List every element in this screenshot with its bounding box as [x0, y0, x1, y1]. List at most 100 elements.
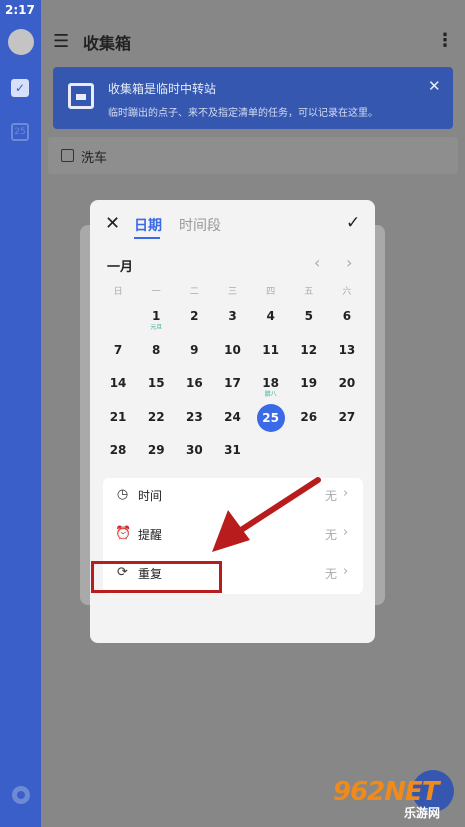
sidebar: 2:17 ✓ 25 [0, 0, 41, 827]
day-number: 15 [147, 376, 165, 390]
tab-date[interactable]: 日期 [134, 215, 162, 235]
day-number: 30 [185, 443, 203, 457]
calendar-day[interactable]: 10 [214, 334, 252, 368]
calendar-day[interactable]: 18 腊八 [252, 367, 290, 401]
day-number: 14 [109, 376, 127, 390]
calendar-day[interactable]: 30 [175, 434, 213, 468]
inbox-icon [68, 83, 94, 109]
calendar-day[interactable]: 31 [214, 434, 252, 468]
calendar-day[interactable]: 9 [175, 334, 213, 368]
lunar-label: 腊八 [264, 391, 277, 398]
option-label: 提醒 [138, 528, 163, 542]
banner-subtitle: 临时蹦出的点子、来不及指定清单的任务，可以记录在这里。 [108, 108, 378, 119]
more-icon[interactable]: ⋮ [436, 30, 454, 51]
calendar-day[interactable]: 13 [328, 334, 366, 368]
option-value: 无 [325, 528, 338, 542]
day-number: 29 [147, 443, 165, 457]
tab-indicator [134, 237, 160, 239]
calendar-day[interactable]: 14 [99, 367, 137, 401]
day-number: 3 [228, 309, 237, 323]
option-reminder[interactable]: ⏰ 提醒 无 › [103, 517, 363, 555]
day-number: 11 [262, 342, 279, 357]
day-number: 10 [224, 342, 241, 357]
calendar-day[interactable]: 23 [175, 401, 213, 435]
weekday-label: 四 [266, 287, 276, 297]
calendar-day[interactable]: 3 [214, 300, 252, 334]
task-item[interactable]: 洗车 [48, 137, 458, 174]
option-value: 无 [325, 489, 338, 503]
alarm-icon: ⏰ [115, 526, 132, 541]
menu-icon[interactable]: ☰ [53, 31, 69, 52]
option-time[interactable]: ◷ 时间 无 › [103, 478, 363, 516]
day-number: 31 [224, 443, 241, 457]
weekday-label: 三 [227, 287, 237, 297]
calendar-day[interactable]: 15 [137, 367, 175, 401]
weekday-label: 二 [189, 287, 199, 297]
chevron-left-icon[interactable]: ‹ [314, 253, 320, 272]
calendar-icon[interactable]: 25 [11, 123, 29, 141]
calendar-day[interactable]: 6 [328, 300, 366, 334]
avatar[interactable] [8, 29, 34, 55]
settings-icon[interactable] [12, 786, 30, 804]
calendar-day[interactable]: 29 [137, 434, 175, 468]
day-number: 28 [109, 443, 127, 457]
day-number: 22 [147, 409, 165, 424]
option-value: 无 [325, 567, 338, 581]
weekday-label: 六 [342, 287, 352, 297]
task-checkbox[interactable] [61, 149, 74, 162]
day-number: 2 [190, 309, 199, 323]
day-number: 19 [300, 376, 318, 390]
calendar-day[interactable]: 11 [252, 334, 290, 368]
calendar-day[interactable]: 22 [137, 401, 175, 435]
calendar-day[interactable]: 7 [99, 334, 137, 368]
chevron-right-icon: › [343, 486, 349, 501]
option-label: 时间 [138, 489, 163, 503]
day-number: 25 [256, 403, 285, 432]
day-number: 26 [300, 409, 318, 424]
calendar-day[interactable]: 24 [214, 401, 252, 435]
clock-icon: ◷ [116, 487, 129, 502]
task-check-icon[interactable]: ✓ [11, 79, 29, 97]
weekday-label: 一 [151, 287, 161, 297]
calendar-day[interactable]: 21 [99, 401, 137, 435]
calendar-day[interactable]: 28 [99, 434, 137, 468]
day-number: 7 [113, 342, 123, 357]
day-number: 24 [224, 409, 241, 424]
calendar-day[interactable]: 26 [290, 401, 328, 435]
info-banner: 收集箱是临时中转站 临时蹦出的点子、来不及指定清单的任务，可以记录在这里。 ✕ [53, 67, 453, 129]
calendar-day[interactable]: 19 [290, 367, 328, 401]
weekday-label: 五 [304, 287, 314, 297]
day-number: 17 [224, 376, 241, 390]
chevron-right-icon: › [343, 564, 349, 579]
calendar-day[interactable]: 17 [214, 367, 252, 401]
task-text: 洗车 [81, 151, 108, 166]
banner-close-icon[interactable]: ✕ [428, 77, 441, 95]
calendar-day[interactable]: 25 [252, 401, 290, 435]
lunar-label: 元旦 [150, 324, 163, 331]
watermark-sub: 乐游网 [404, 806, 441, 820]
banner-title: 收集箱是临时中转站 [108, 82, 217, 96]
calendar-day[interactable]: 2 [175, 300, 213, 334]
close-icon[interactable]: ✕ [105, 213, 120, 234]
calendar-day[interactable]: 8 [137, 334, 175, 368]
calendar-day[interactable]: 4 [252, 300, 290, 334]
day-number: 27 [338, 409, 356, 424]
day-number: 12 [300, 342, 318, 357]
weekday-header: 日 一 二 三 四 五 六 [99, 284, 366, 298]
calendar-day[interactable]: 27 [328, 401, 366, 435]
chevron-right-icon: › [343, 525, 349, 540]
month-label: 一月 [107, 260, 134, 275]
day-number: 23 [185, 409, 203, 424]
day-number: 21 [109, 409, 127, 424]
calendar-day[interactable]: 5 [290, 300, 328, 334]
confirm-icon[interactable]: ✓ [346, 213, 360, 233]
calendar-day[interactable]: 16 [175, 367, 213, 401]
calendar-day[interactable]: 20 [328, 367, 366, 401]
calendar-day[interactable]: 1 元旦 [137, 300, 175, 334]
chevron-right-icon[interactable]: › [346, 253, 352, 272]
annotation-highlight-box [91, 561, 222, 593]
day-number: 5 [304, 309, 313, 323]
day-number: 16 [185, 376, 203, 390]
tab-time-range[interactable]: 时间段 [179, 215, 221, 235]
calendar-day[interactable]: 12 [290, 334, 328, 368]
